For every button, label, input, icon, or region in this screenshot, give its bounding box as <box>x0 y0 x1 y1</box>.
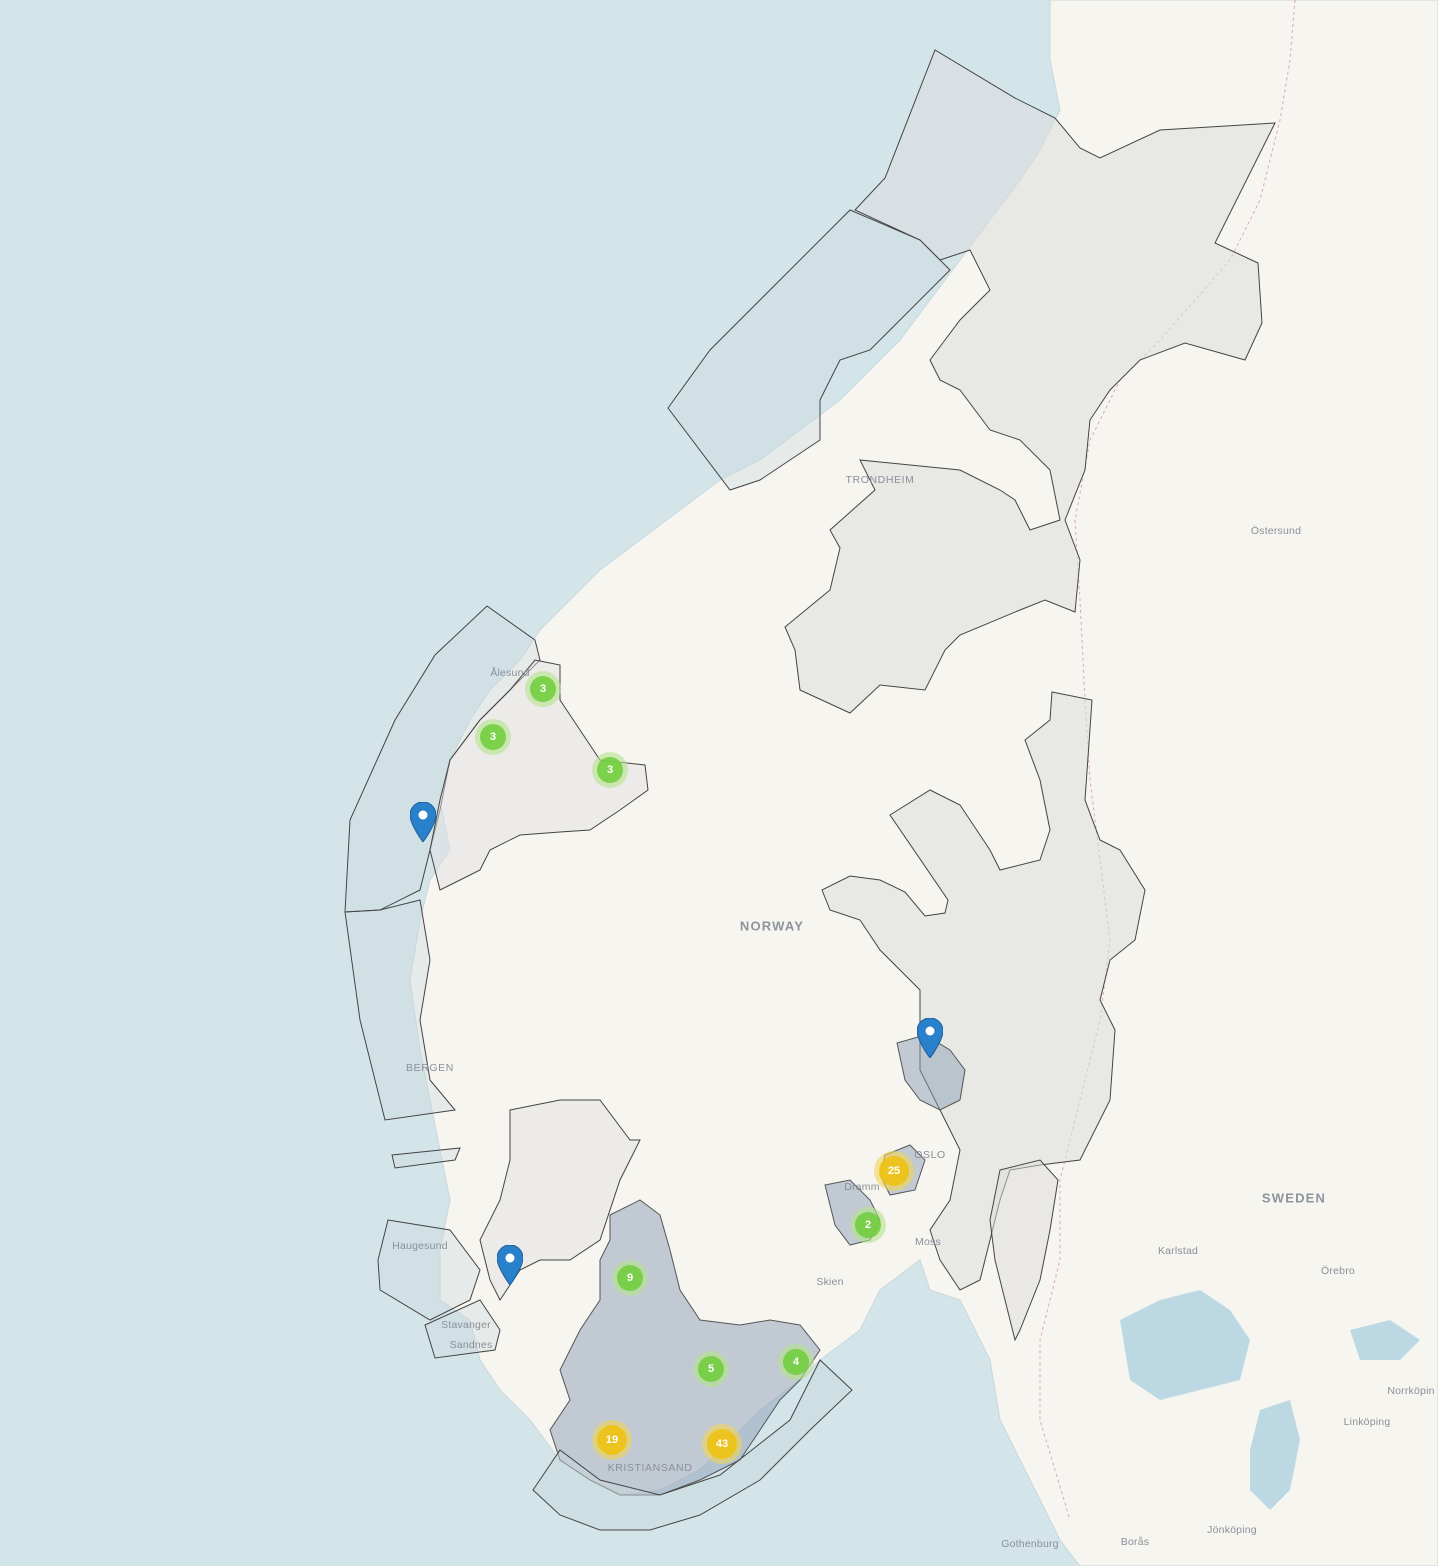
map-canvas[interactable]: NORWAY SWEDEN TRONDHEIM OSLO BERGEN Åles… <box>0 0 1438 1566</box>
cluster-count: 2 <box>855 1212 881 1238</box>
marker-cluster[interactable]: 2 <box>850 1207 886 1243</box>
marker-cluster[interactable]: 25 <box>874 1151 914 1191</box>
cluster-count: 4 <box>783 1349 809 1375</box>
city-label-trondheim: TRONDHEIM <box>845 474 915 486</box>
cluster-count: 19 <box>597 1425 627 1455</box>
city-label-ostersund: Östersund <box>1250 525 1302 537</box>
marker-cluster[interactable]: 4 <box>778 1344 814 1380</box>
cluster-count: 25 <box>879 1156 909 1186</box>
cluster-count: 3 <box>530 676 556 702</box>
cluster-count: 3 <box>597 757 623 783</box>
cluster-count: 43 <box>707 1429 737 1459</box>
cluster-count: 3 <box>480 724 506 750</box>
city-label-kristiansand: KRISTIANSAND <box>607 1462 693 1474</box>
city-label-gothenburg: Gothenburg <box>1001 1538 1059 1550</box>
city-label-boras: Borås <box>1120 1536 1150 1548</box>
country-label-norway: NORWAY <box>739 918 805 934</box>
marker-cluster[interactable]: 3 <box>525 671 561 707</box>
city-label-sandnes: Sandnes <box>449 1339 493 1351</box>
city-label-jonkoping: Jönköping <box>1207 1524 1257 1536</box>
city-label-bergen: BERGEN <box>406 1062 454 1074</box>
marker-cluster[interactable]: 9 <box>612 1260 648 1296</box>
city-label-linkoping: Linköping <box>1343 1416 1391 1428</box>
map-tiles <box>0 0 1438 1566</box>
city-label-karlstad: Karlstad <box>1157 1245 1199 1257</box>
city-label-haugesund: Haugesund <box>392 1240 448 1252</box>
city-label-oslo: OSLO <box>914 1149 946 1161</box>
city-label-norrkoping: Norrköpin <box>1387 1385 1435 1397</box>
city-label-moss: Moss <box>915 1236 941 1248</box>
marker-cluster[interactable]: 5 <box>693 1351 729 1387</box>
cluster-count: 5 <box>698 1356 724 1382</box>
city-label-alesund: Ålesund <box>490 667 530 679</box>
map-pin-icon[interactable] <box>497 1245 523 1285</box>
city-label-stavanger: Stavanger <box>441 1319 491 1331</box>
marker-cluster[interactable]: 43 <box>702 1424 742 1464</box>
map-pin-icon[interactable] <box>917 1018 943 1058</box>
marker-cluster[interactable]: 3 <box>592 752 628 788</box>
map-pin-icon[interactable] <box>410 802 436 842</box>
city-label-skien: Skien <box>816 1276 844 1288</box>
country-label-sweden: SWEDEN <box>1261 1190 1327 1206</box>
marker-cluster[interactable]: 3 <box>475 719 511 755</box>
marker-cluster[interactable]: 19 <box>592 1420 632 1460</box>
city-label-drammen: Dramm <box>844 1181 880 1193</box>
city-label-orebro: Örebro <box>1321 1265 1355 1277</box>
cluster-count: 9 <box>617 1265 643 1291</box>
